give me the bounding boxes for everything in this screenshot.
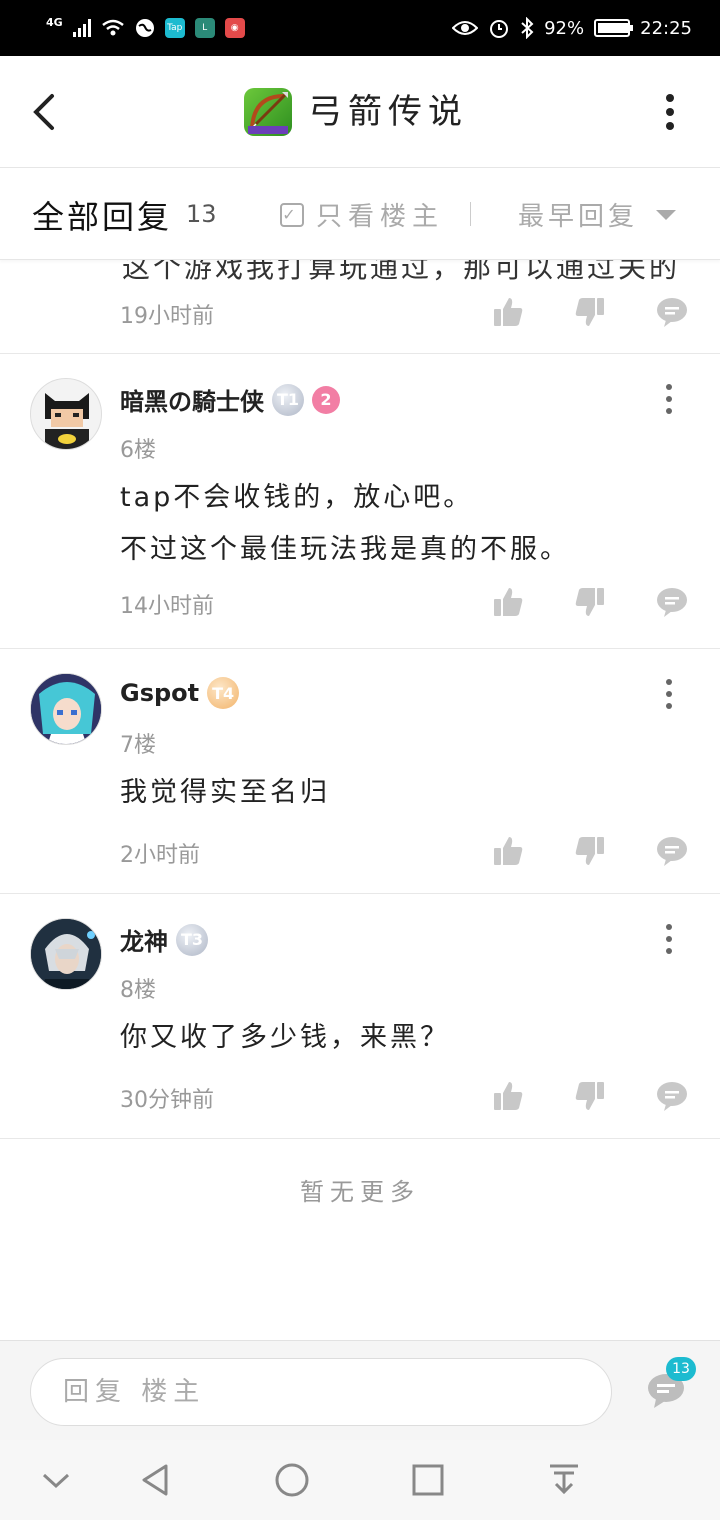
level-badge: T3: [176, 923, 208, 956]
thumbs-up-icon[interactable]: [492, 1080, 524, 1112]
comment-item: Gspot T4 7楼 我觉得实至名归 2小时前: [0, 649, 720, 894]
comment-actions: [492, 586, 688, 618]
list-item: 这个游戏我打算玩通过，那可以通过关的 19小时前: [0, 260, 720, 354]
alarm-icon: [490, 20, 509, 38]
floor-number: 6楼: [120, 438, 156, 463]
nav-back-icon[interactable]: [138, 1462, 174, 1498]
globe-icon: [135, 19, 154, 37]
sort-dropdown[interactable]: 最早回复: [518, 196, 677, 233]
avatar[interactable]: [30, 378, 102, 450]
comment-item: 龙神 T3 8楼 你又收了多少钱，来黑？ 30分钟前: [0, 894, 720, 1139]
username[interactable]: Gspot T4: [120, 677, 240, 709]
avatar[interactable]: [30, 918, 102, 990]
reply-bubble-icon[interactable]: [656, 835, 688, 867]
comment-count-badge: 13: [666, 1357, 696, 1381]
battery-icon: [594, 19, 634, 37]
reply-bubble-icon[interactable]: [656, 586, 688, 618]
comment-text: tap不会收钱的，放心吧。 不过这个最佳玩法我是真的不服。: [120, 472, 570, 576]
thumbs-down-icon[interactable]: [574, 1080, 606, 1112]
network-type: 4G: [46, 15, 63, 29]
page-title: 弓箭传说: [308, 92, 468, 132]
checkbox-icon[interactable]: ✓: [280, 202, 304, 227]
username-text: 龙神: [120, 928, 168, 956]
comment-actions: [492, 1080, 688, 1112]
eye-icon: [452, 21, 479, 35]
username[interactable]: 暗黑の騎士侠 T1 2: [120, 382, 340, 417]
reply-bubble-icon[interactable]: [656, 1080, 688, 1112]
reply-input[interactable]: 回复 楼主: [30, 1358, 612, 1426]
more-options-button[interactable]: [660, 94, 680, 130]
battery-percent: 92%: [544, 17, 585, 39]
avatar-image: [31, 674, 101, 744]
reply-count: 13: [186, 200, 217, 228]
avatar-image: [31, 919, 101, 989]
username-text: Gspot: [120, 679, 200, 707]
stamp-app-icon: ◉: [224, 18, 245, 38]
only-owner-label: 只看楼主: [316, 202, 445, 232]
username[interactable]: 龙神 T3: [120, 922, 208, 957]
bow-arrow-icon: [248, 92, 288, 134]
game-icon: [244, 88, 292, 136]
status-bar: 4G Tap L ◉ 92% 22:25: [0, 0, 720, 56]
level-badge: T1: [272, 383, 304, 416]
comment-text: 你又收了多少钱，来黑？: [120, 1012, 450, 1064]
comment-time: 30分钟前: [120, 1088, 214, 1113]
comment-more-button[interactable]: [664, 679, 674, 709]
thumbs-down-icon[interactable]: [574, 835, 606, 867]
comment-item: 暗黑の騎士侠 T1 2 6楼 tap不会收钱的，放心吧。 不过这个最佳玩法我是真…: [0, 354, 720, 649]
only-owner-toggle[interactable]: ✓ 只看楼主: [280, 196, 444, 233]
comment-line: 你又收了多少钱，来黑？: [120, 1022, 450, 1053]
floor-number: 7楼: [120, 733, 156, 758]
reply-bar: 回复 楼主 13: [0, 1340, 720, 1440]
comment-actions: [492, 835, 688, 867]
comment-more-button[interactable]: [664, 384, 674, 414]
bluetooth-icon: [521, 17, 534, 39]
comment-text: 这个游戏我打算玩通过，那可以通过关的: [122, 260, 681, 284]
tap-app-icon: Tap: [164, 18, 185, 38]
system-nav-bar: [0, 1440, 720, 1520]
thumbs-up-icon[interactable]: [492, 296, 524, 328]
comment-line: 不过这个最佳玩法我是真的不服。: [120, 534, 570, 565]
avatar-image: [31, 379, 101, 449]
username-text: 暗黑の騎士侠: [120, 388, 264, 416]
no-more-label: 暂无更多: [300, 1178, 420, 1206]
caret-down-icon: [656, 209, 677, 220]
avatar[interactable]: [30, 673, 102, 745]
l-app-icon: L: [194, 18, 215, 38]
comment-time: 14小时前: [120, 594, 214, 619]
thumbs-up-icon[interactable]: [492, 835, 524, 867]
comment-line: 我觉得实至名归: [120, 777, 330, 808]
tab-all-replies[interactable]: 全部回复: [32, 192, 172, 238]
comment-more-button[interactable]: [664, 924, 674, 954]
comment-actions: [492, 296, 688, 328]
clock: 22:25: [640, 17, 692, 39]
comment-list: 这个游戏我打算玩通过，那可以通过关的 19小时前 暗黑の騎士侠 T1 2 6楼 …: [0, 260, 720, 1139]
reply-bubble-icon[interactable]: [656, 296, 688, 328]
nav-recents-icon[interactable]: [410, 1462, 446, 1498]
thumbs-up-icon[interactable]: [492, 586, 524, 618]
download-icon[interactable]: [546, 1462, 582, 1498]
sort-label: 最早回复: [518, 202, 639, 232]
comment-text: 我觉得实至名归: [120, 767, 330, 819]
signal-icon: [72, 19, 91, 37]
comment-line: tap不会收钱的，放心吧。: [120, 482, 474, 513]
floor-number: 8楼: [120, 978, 156, 1003]
nav-home-icon[interactable]: [274, 1462, 310, 1498]
chevron-down-icon[interactable]: [38, 1462, 74, 1498]
filter-bar: 全部回复 13 ✓ 只看楼主 最早回复: [0, 168, 720, 260]
header: 弓箭传说: [0, 56, 720, 168]
comment-time: 2小时前: [120, 843, 200, 868]
thumbs-down-icon[interactable]: [574, 296, 606, 328]
rank-badge: 2: [312, 385, 340, 414]
wifi-icon: [101, 19, 124, 36]
back-button[interactable]: [26, 90, 66, 134]
divider: [470, 202, 471, 226]
thumbs-down-icon[interactable]: [574, 586, 606, 618]
level-badge: T4: [207, 677, 240, 709]
chevron-left-icon: [33, 94, 54, 130]
comment-time: 19小时前: [120, 304, 214, 329]
